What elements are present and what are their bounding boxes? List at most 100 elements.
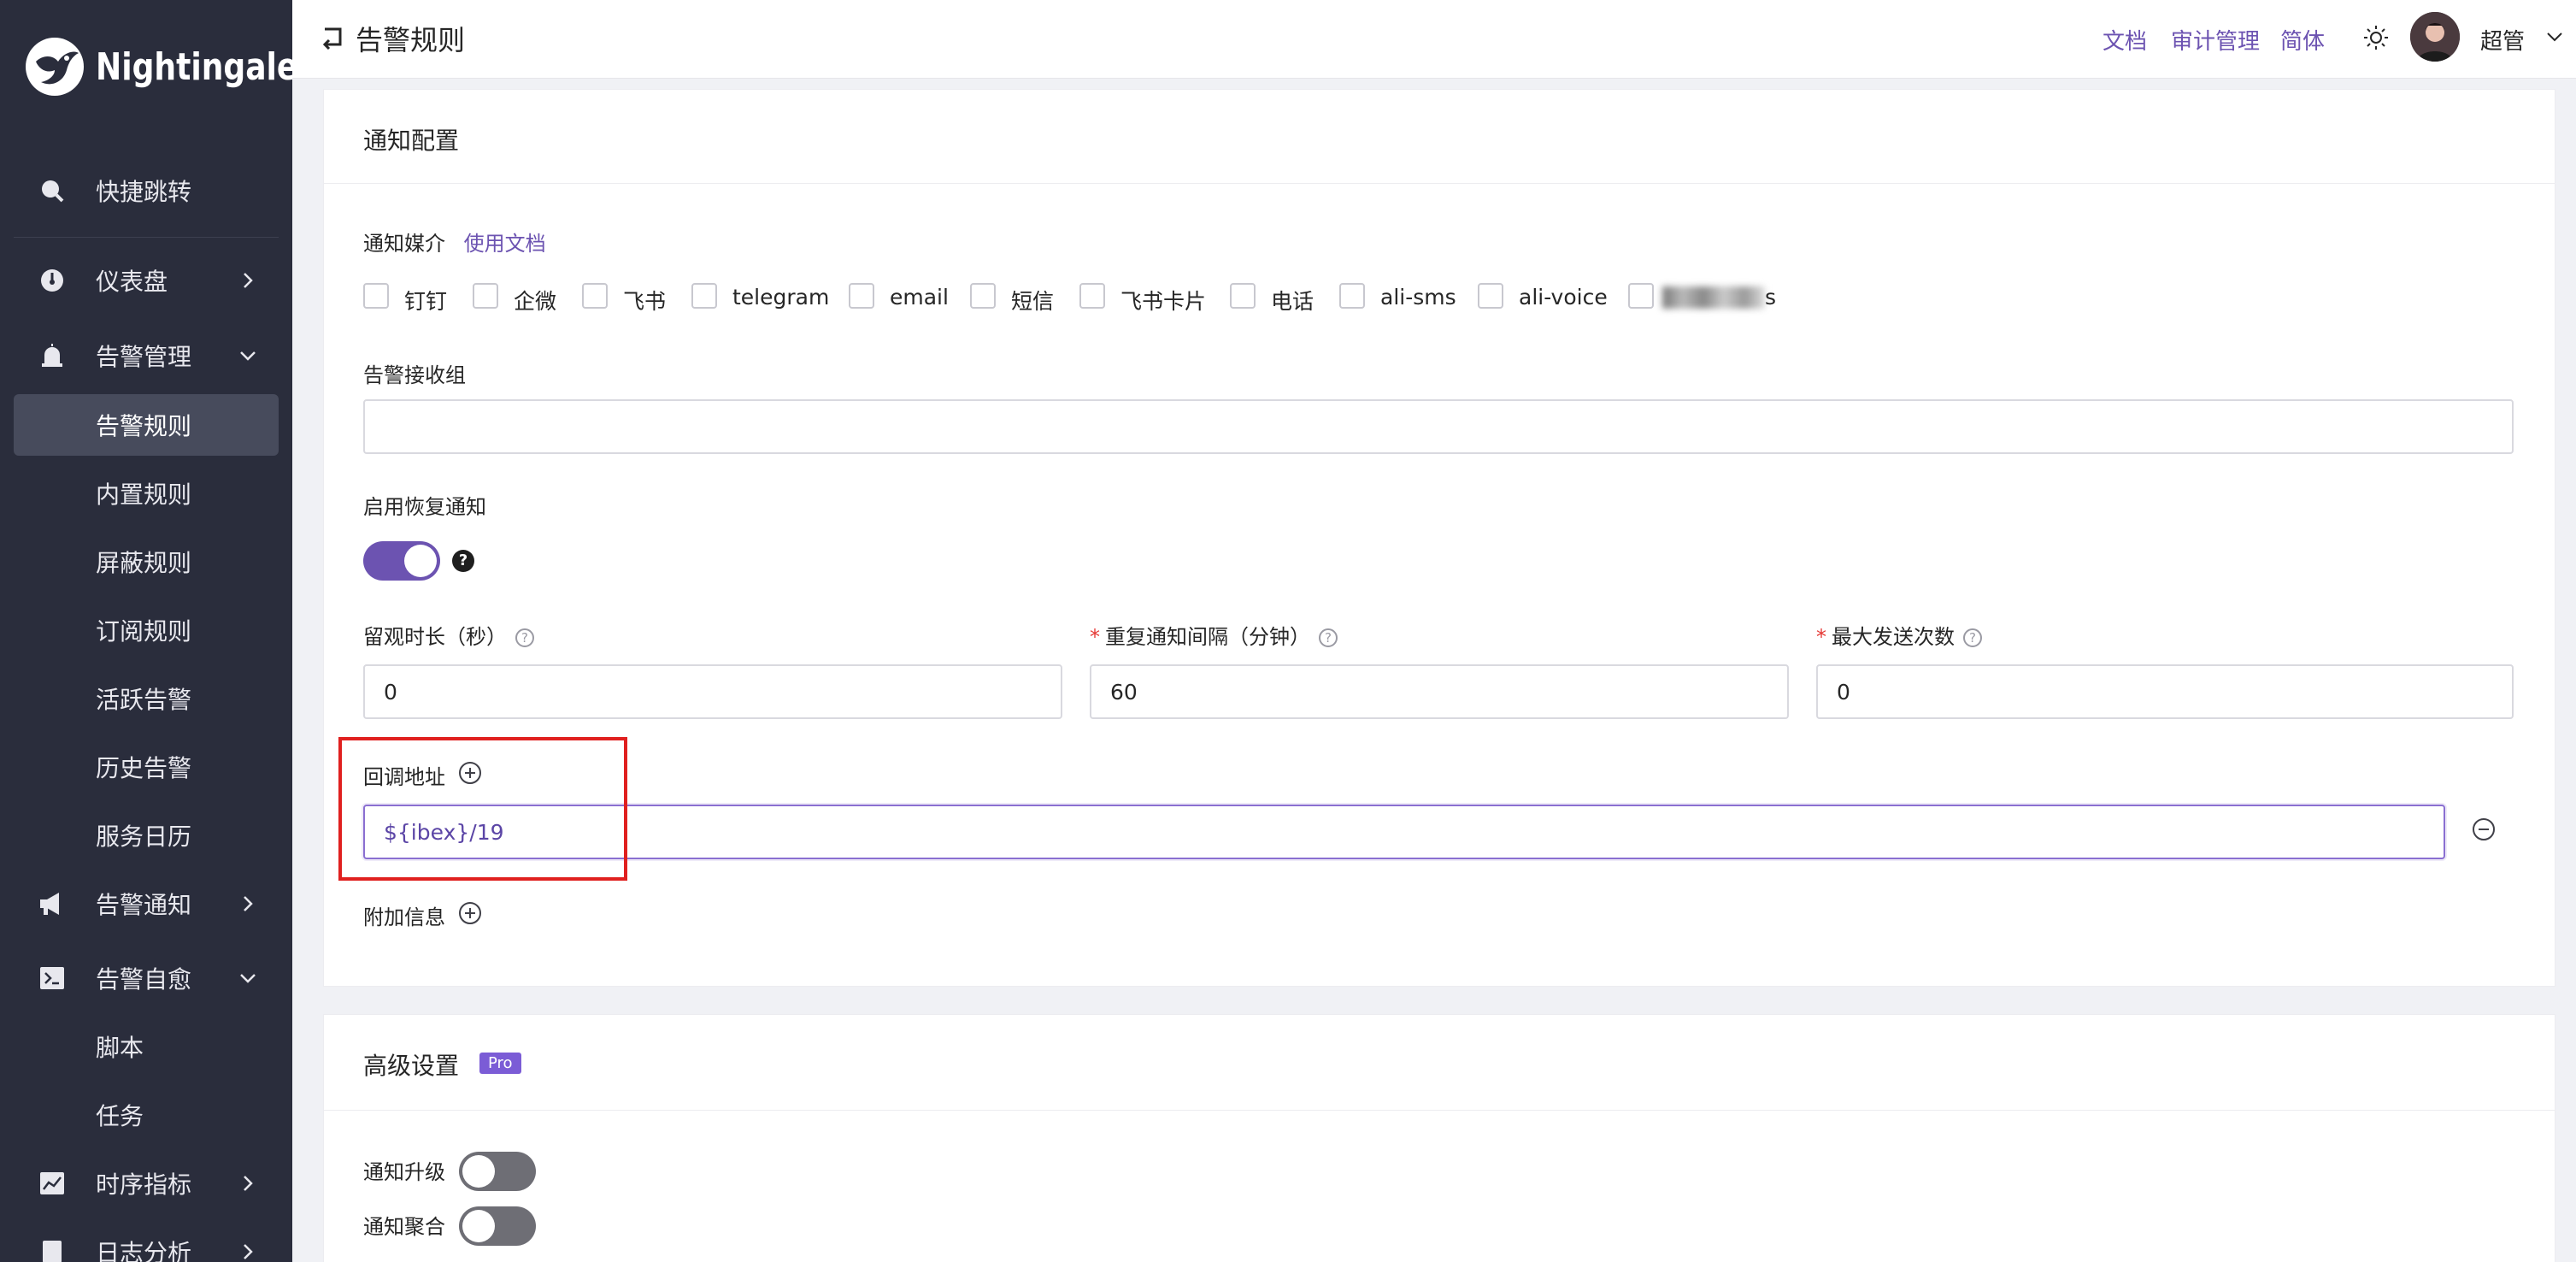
nav-label: 告警通知 — [96, 891, 192, 919]
sidebar-item-alert-rules[interactable]: 告警规则 — [14, 394, 279, 456]
question-icon[interactable]: ? — [515, 628, 534, 647]
terminal-icon — [38, 964, 67, 993]
media-doc-link[interactable]: 使用文档 — [464, 232, 546, 256]
nav-label: 告警自愈 — [96, 965, 192, 994]
question-icon[interactable]: ? — [1319, 628, 1338, 647]
nav-label: 日志分析 — [96, 1239, 192, 1262]
nav-dashboard[interactable]: 仪表盘 — [14, 250, 279, 311]
chevron-down-icon[interactable] — [2545, 27, 2564, 46]
notify-media-label: 通知媒介 使用文档 — [363, 227, 546, 257]
channel-checkbox-phone[interactable] — [1230, 283, 1256, 309]
nav-alert-management[interactable]: 告警管理 — [14, 325, 279, 386]
page-title: 告警规则 — [356, 24, 466, 56]
channel-label: 飞书 — [623, 289, 667, 314]
channel-checkbox-wecom[interactable] — [473, 283, 498, 309]
channel-checkbox-dingtalk[interactable] — [363, 283, 389, 309]
channel-label: email — [890, 285, 949, 310]
advanced-settings-card: 高级设置 Pro 通知升级 通知聚合 — [323, 1014, 2555, 1262]
sidebar-item-service-calendar[interactable]: 服务日历 — [14, 805, 279, 866]
chevron-down-icon — [240, 974, 256, 983]
recovery-toggle[interactable] — [363, 541, 440, 581]
notify-config-card: 通知配置 通知媒介 使用文档 钉钉 企微 飞书 telegram email 短… — [323, 89, 2555, 987]
nav-self-heal[interactable]: 告警自愈 — [14, 947, 279, 1009]
channel-label: 飞书卡片 — [1120, 289, 1207, 314]
required-mark: * — [1816, 625, 1826, 649]
question-icon[interactable]: ? — [1963, 628, 1982, 647]
line-chart-icon — [38, 1169, 67, 1198]
search-icon — [38, 176, 67, 205]
language-switch[interactable]: 简体 — [2280, 24, 2325, 56]
nav-label: 快捷跳转 — [96, 178, 192, 206]
sidebar-item-active-alerts[interactable]: 活跃告警 — [14, 668, 279, 729]
sidebar-item-builtin-rules[interactable]: 内置规则 — [14, 463, 279, 524]
channel-label: telegram — [732, 285, 830, 310]
channel-checkbox-feishu-card[interactable] — [1079, 283, 1105, 309]
section-title: 通知配置 — [363, 127, 460, 155]
sidebar-item-mute-rules[interactable]: 屏蔽规则 — [14, 531, 279, 593]
channel-label: ali-sms — [1380, 285, 1456, 310]
repeat-label: * 重复通知间隔（分钟）? — [1090, 620, 1338, 650]
avatar[interactable] — [2410, 12, 2460, 62]
chevron-down-icon — [240, 351, 256, 361]
docs-link[interactable]: 文档 — [2103, 24, 2147, 56]
card-header: 通知配置 — [324, 90, 2555, 184]
channel-label: 电话 — [1271, 289, 1314, 314]
observe-label: 留观时长（秒）? — [363, 620, 534, 650]
channel-checkbox-email[interactable] — [849, 283, 874, 309]
channel-label: ali-voice — [1519, 285, 1608, 310]
channel-checkbox-telegram[interactable] — [691, 283, 717, 309]
notify-media-text: 通知媒介 — [363, 232, 445, 256]
observe-input[interactable]: 0 — [363, 664, 1062, 719]
add-extra-info-icon[interactable] — [459, 902, 481, 924]
channel-checkbox-blurred[interactable] — [1628, 283, 1654, 309]
nav-label: 告警管理 — [96, 343, 192, 371]
blurred-channel-label — [1662, 286, 1765, 309]
sidebar-item-subscribe-rules[interactable]: 订阅规则 — [14, 599, 279, 661]
aggregate-toggle[interactable] — [459, 1206, 536, 1246]
toggle-knob — [462, 1155, 495, 1188]
sidebar-item-history-alerts[interactable]: 历史告警 — [14, 736, 279, 798]
channel-label: 钉钉 — [404, 289, 448, 314]
channel-checkbox-ali-sms[interactable] — [1339, 283, 1365, 309]
channel-label: 企微 — [514, 289, 557, 314]
toggle-knob — [404, 545, 437, 577]
repeat-interval-input[interactable]: 60 — [1090, 664, 1789, 719]
nav-timeseries[interactable]: 时序指标 — [14, 1153, 279, 1214]
user-name[interactable]: 超管 — [2480, 24, 2525, 56]
recovery-label: 启用恢复通知 — [363, 495, 486, 519]
audit-link[interactable]: 审计管理 — [2171, 24, 2260, 56]
app-name: Nightingale — [96, 44, 298, 89]
alarm-icon — [38, 341, 67, 370]
receiver-label: 告警接收组 — [363, 363, 466, 387]
receiver-group-select[interactable] — [363, 399, 2514, 454]
nav-alert-notify[interactable]: 告警通知 — [14, 873, 279, 935]
nightingale-logo-icon — [26, 38, 84, 96]
chevron-right-icon — [244, 1176, 253, 1191]
channel-checkbox-sms[interactable] — [970, 283, 996, 309]
megaphone-icon — [38, 889, 67, 918]
back-icon[interactable] — [321, 24, 347, 50]
top-header: 告警规则 文档 审计管理 简体 超管 — [292, 0, 2576, 79]
divider — [14, 237, 279, 238]
nav-quick-jump[interactable]: 快捷跳转 — [14, 160, 279, 221]
gauge-icon — [38, 266, 67, 295]
nav-log-analysis[interactable]: 日志分析 — [14, 1221, 279, 1262]
nav-label: 时序指标 — [96, 1171, 192, 1199]
channel-checkbox-feishu[interactable] — [582, 283, 608, 309]
aggregate-label: 通知聚合 — [363, 1215, 445, 1239]
log-icon — [38, 1237, 67, 1262]
remove-callback-icon[interactable] — [2473, 818, 2495, 840]
chevron-right-icon — [244, 896, 253, 911]
max-send-input[interactable]: 0 — [1816, 664, 2514, 719]
help-icon[interactable]: ? — [452, 550, 474, 572]
channel-checkbox-ali-voice[interactable] — [1478, 283, 1503, 309]
callback-url-input[interactable]: ${ibex}/19 — [363, 805, 2445, 859]
sidebar-item-scripts[interactable]: 脚本 — [14, 1016, 279, 1077]
observe-text: 留观时长（秒） — [363, 625, 507, 649]
sidebar: Nightingale 快捷跳转 仪表盘 告警管理 告警规则 内置规则 屏蔽规则… — [0, 0, 297, 1262]
theme-sun-icon[interactable] — [2362, 24, 2390, 51]
sidebar-item-tasks[interactable]: 任务 — [14, 1084, 279, 1146]
extra-info-label: 附加信息 — [363, 905, 445, 929]
callback-highlight-box — [338, 737, 627, 881]
escalation-toggle[interactable] — [459, 1152, 536, 1191]
